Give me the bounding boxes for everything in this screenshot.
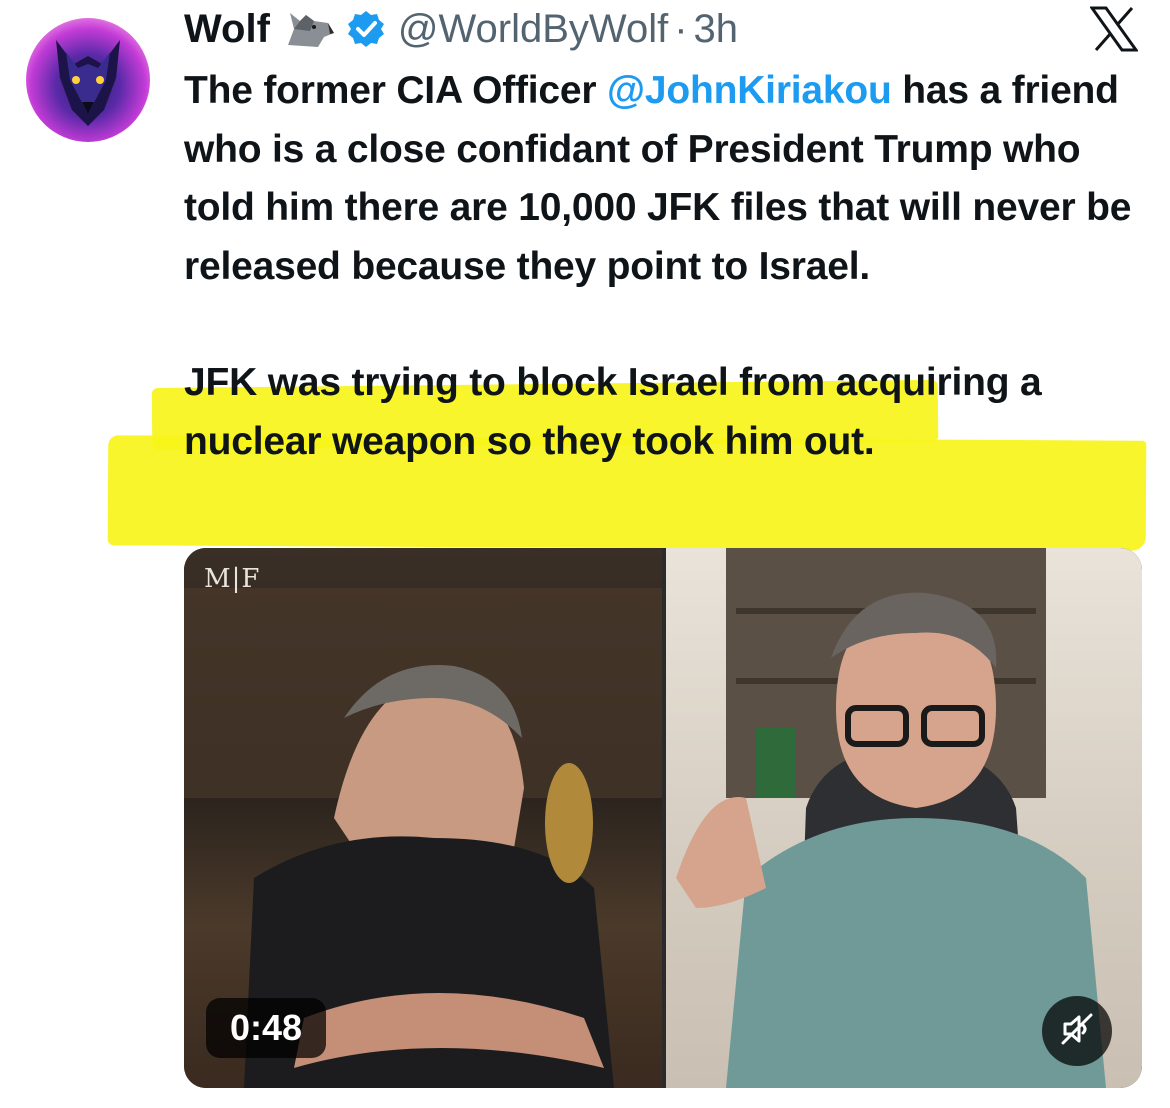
x-logo-icon bbox=[1089, 6, 1139, 52]
mention-link[interactable]: @JohnKiriakou bbox=[607, 69, 892, 112]
tweet-text: The former CIA Officer @JohnKiriakou has… bbox=[184, 62, 1154, 471]
tweet-time[interactable]: 3h bbox=[694, 7, 739, 52]
tweet-body: The former CIA Officer @JohnKiriakou has… bbox=[184, 62, 1154, 296]
wolf-emoji-icon bbox=[284, 7, 336, 51]
video-player[interactable]: M|F 0:48 bbox=[184, 548, 1142, 1088]
author-name[interactable]: Wolf bbox=[184, 7, 270, 52]
verified-badge-icon[interactable] bbox=[346, 9, 386, 49]
wolf-avatar-art bbox=[56, 40, 120, 126]
muted-speaker-icon bbox=[1059, 1011, 1095, 1052]
video-watermark: M|F bbox=[204, 564, 261, 594]
avatar[interactable] bbox=[26, 18, 150, 142]
separator-dot: · bbox=[674, 6, 688, 51]
body-text: The former CIA Officer bbox=[184, 69, 608, 112]
mute-button[interactable] bbox=[1042, 996, 1112, 1066]
author-handle[interactable]: @WorldByWolf bbox=[398, 7, 668, 52]
video-duration-badge: 0:48 bbox=[206, 998, 326, 1058]
tweet-header: Wolf @WorldByWolf · 3h bbox=[184, 4, 738, 54]
highlighted-text: JFK was trying to block Israel from acqu… bbox=[184, 361, 1042, 463]
